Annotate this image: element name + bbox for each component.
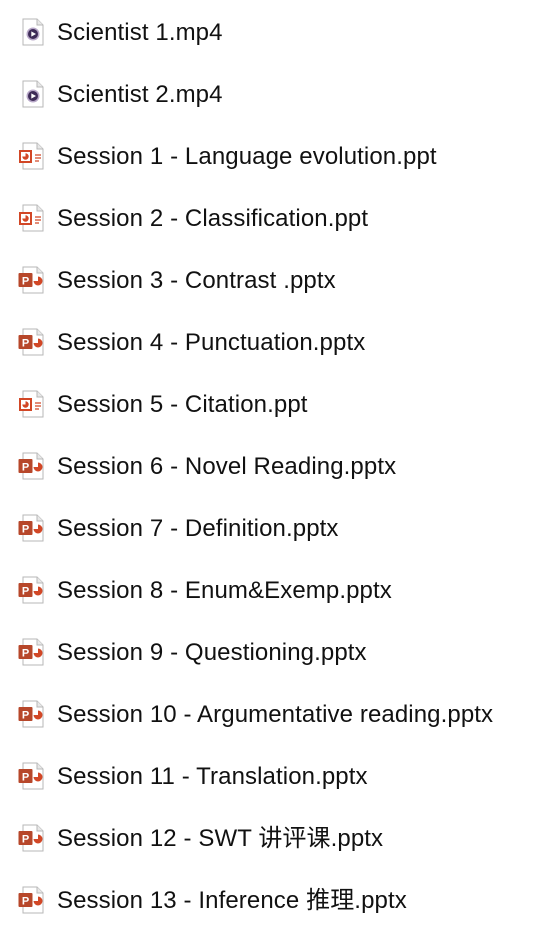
- pptx-file-icon: P: [17, 823, 47, 853]
- svg-text:P: P: [22, 462, 29, 474]
- ppt-file-icon: [17, 389, 47, 419]
- file-list-item[interactable]: P Session 11 - Translation.pptx: [0, 746, 534, 808]
- pptx-file-icon: P: [17, 265, 47, 295]
- pptx-file-icon: P: [17, 451, 47, 481]
- file-name-label: Session 11 - Translation.pptx: [57, 763, 368, 790]
- file-list-item[interactable]: P Session 8 - Enum&Exemp.pptx: [0, 560, 534, 622]
- file-name-label: Session 7 - Definition.pptx: [57, 515, 339, 542]
- file-list-item[interactable]: P Session 3 - Contrast .pptx: [0, 250, 534, 312]
- ppt-file-icon: [17, 141, 47, 171]
- file-name-label: Scientist 1.mp4: [57, 19, 223, 46]
- pptx-file-icon: P: [17, 761, 47, 791]
- svg-text:P: P: [22, 586, 29, 598]
- file-list-item[interactable]: Session 1 - Language evolution.ppt: [0, 126, 534, 188]
- ppt-file-icon: [17, 203, 47, 233]
- pptx-file-icon: P: [17, 699, 47, 729]
- file-name-label: Session 5 - Citation.ppt: [57, 391, 308, 418]
- file-list-item[interactable]: P Session 4 - Punctuation.pptx: [0, 312, 534, 374]
- file-name-label: Session 4 - Punctuation.pptx: [57, 329, 366, 356]
- pptx-file-icon: P: [17, 637, 47, 667]
- file-list-item[interactable]: Scientist 1.mp4: [0, 2, 534, 64]
- file-list-item[interactable]: Session 2 - Classification.ppt: [0, 188, 534, 250]
- file-list-item[interactable]: P Session 10 - Argumentative reading.pptx: [0, 684, 534, 746]
- file-list-item[interactable]: P Session 13 - Inference 推理.pptx: [0, 870, 534, 932]
- video-file-icon: [17, 17, 47, 47]
- svg-text:P: P: [22, 338, 29, 350]
- svg-text:P: P: [22, 896, 29, 908]
- pptx-file-icon: P: [17, 575, 47, 605]
- file-list-item[interactable]: P Session 7 - Definition.pptx: [0, 498, 534, 560]
- file-name-label: Session 9 - Questioning.pptx: [57, 639, 367, 666]
- file-name-label: Session 2 - Classification.ppt: [57, 205, 369, 232]
- svg-text:P: P: [22, 710, 29, 722]
- file-name-label: Session 13 - Inference 推理.pptx: [57, 887, 407, 914]
- svg-text:P: P: [22, 834, 29, 846]
- svg-text:P: P: [22, 524, 29, 536]
- file-name-label: Session 12 - SWT 讲评课.pptx: [57, 825, 384, 852]
- file-name-label: Session 1 - Language evolution.ppt: [57, 143, 437, 170]
- pptx-file-icon: P: [17, 513, 47, 543]
- svg-text:P: P: [22, 772, 29, 784]
- file-name-label: Session 8 - Enum&Exemp.pptx: [57, 577, 392, 604]
- pptx-file-icon: P: [17, 327, 47, 357]
- video-file-icon: [17, 79, 47, 109]
- file-list: Scientist 1.mp4 Scientist 2.mp4 Session 1 …: [0, 0, 534, 933]
- file-name-label: Session 6 - Novel Reading.pptx: [57, 453, 397, 480]
- file-list-item[interactable]: P Session 9 - Questioning.pptx: [0, 622, 534, 684]
- pptx-file-icon: P: [17, 885, 47, 915]
- svg-text:P: P: [22, 648, 29, 660]
- file-list-item[interactable]: P Session 12 - SWT 讲评课.pptx: [0, 808, 534, 870]
- file-name-label: Session 3 - Contrast .pptx: [57, 267, 336, 294]
- file-list-item[interactable]: Session 5 - Citation.ppt: [0, 374, 534, 436]
- file-list-item[interactable]: P Session 6 - Novel Reading.pptx: [0, 436, 534, 498]
- svg-text:P: P: [22, 276, 29, 288]
- file-name-label: Scientist 2.mp4: [57, 81, 223, 108]
- file-name-label: Session 10 - Argumentative reading.pptx: [57, 701, 494, 728]
- file-list-item[interactable]: Scientist 2.mp4: [0, 64, 534, 126]
